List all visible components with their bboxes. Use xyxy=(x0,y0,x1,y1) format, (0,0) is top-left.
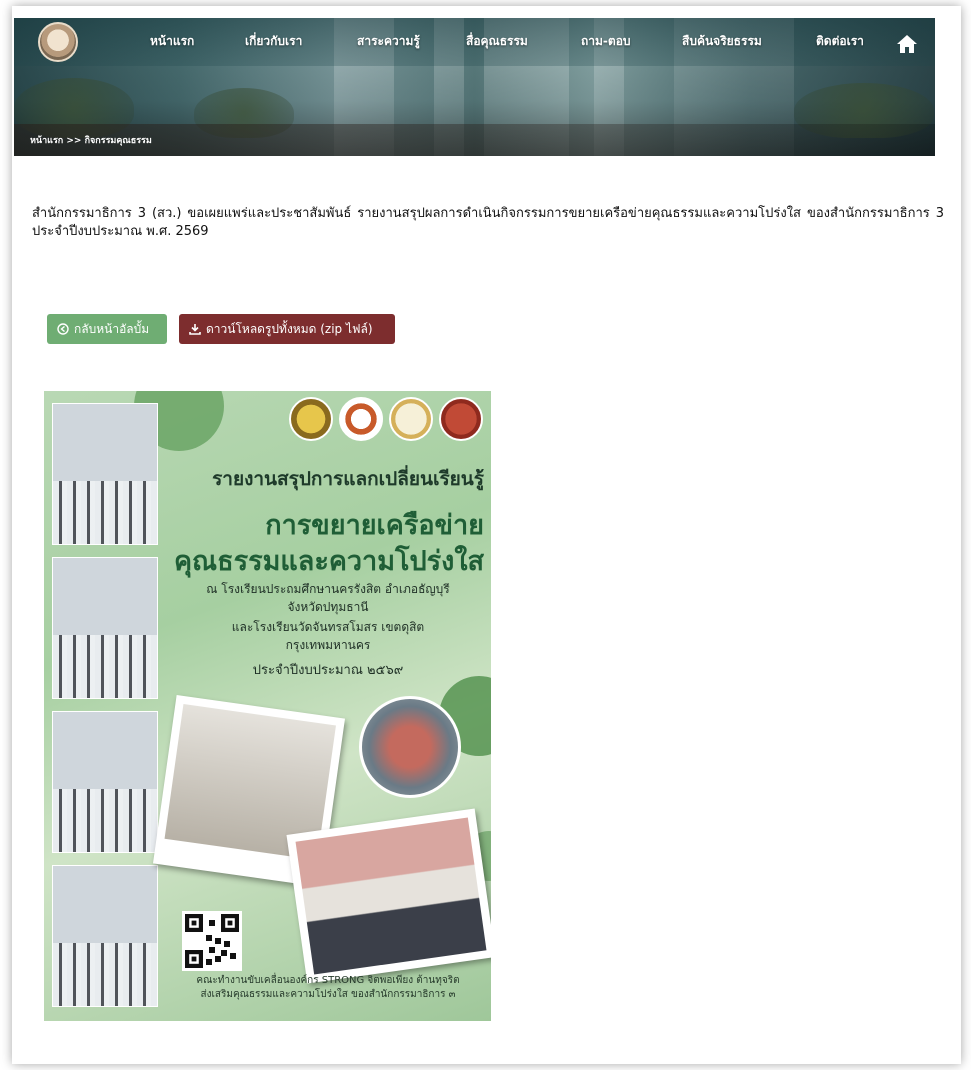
poster-photo-2 xyxy=(52,557,158,699)
nav-item-faq[interactable]: ถาม-ตอบ xyxy=(581,32,631,51)
c3-seal-logo xyxy=(389,397,433,441)
breadcrumb[interactable]: หน้าแรก >> กิจกรรมคุณธรรม xyxy=(30,133,152,147)
arrow-left-circle-icon xyxy=(57,323,69,335)
qr-code xyxy=(182,911,242,971)
article-description: สำนักกรรมาธิการ 3 (สว.) ขอเผยแพร่และประช… xyxy=(32,206,944,239)
download-zip-button[interactable]: ดาวน์โหลดรูปทั้งหมด (zip ไฟล์) xyxy=(179,314,395,344)
poster-detail-line2: จังหวัดปทุมธานี xyxy=(287,600,369,614)
header-banner: หน้าแรก เกี่ยวกับเรา สาระความรู้ สื่อคุณ… xyxy=(14,18,935,156)
poster-title-line1: รายงานสรุปการแลกเปลี่ยนเรียนรู้ xyxy=(212,468,484,490)
nav-item-contact[interactable]: ติดต่อเรา xyxy=(816,32,864,51)
poster-detail-line3: และโรงเรียนวัดจันทรสโมสร เขตดุสิต xyxy=(231,620,425,634)
poster-photo-3 xyxy=(52,711,158,853)
poster-detail-line4: กรุงเทพมหานคร xyxy=(285,638,371,652)
poster-fiscal-year: ประจำปีงบประมาณ ๒๕๖๙ xyxy=(252,663,404,678)
poster-photo-4 xyxy=(52,865,158,1007)
poster-footer: คณะทำงานขับเคลื่อนองค์กร STRONG จิตพอเพี… xyxy=(172,974,484,1002)
nav-item-ethics-search[interactable]: สืบค้นจริยธรรม xyxy=(682,32,762,51)
site-logo[interactable] xyxy=(38,22,78,62)
poster-footer-line2: ส่งเสริมคุณธรรมและความโปร่งใส ของสำนักกร… xyxy=(200,989,456,1000)
poster-footer-line1: คณะทำงานขับเคลื่อนองค์กร STRONG จิตพอเพี… xyxy=(196,975,460,986)
poster-polaroid-2 xyxy=(286,808,491,984)
back-button-label: กลับหน้าอัลบั้ม xyxy=(74,322,150,336)
top-navbar: หน้าแรก เกี่ยวกับเรา สาระความรู้ สื่อคุณ… xyxy=(14,18,935,66)
back-to-album-button[interactable]: กลับหน้าอัลบั้ม xyxy=(47,314,167,344)
nav-item-media[interactable]: สื่อคุณธรรม xyxy=(466,32,528,51)
poster-round-photo xyxy=(359,696,461,798)
nav-item-knowledge[interactable]: สาระความรู้ xyxy=(357,32,420,51)
home-icon[interactable] xyxy=(896,34,918,54)
poster-photo-1 xyxy=(52,403,158,545)
committee-3-seal-logo xyxy=(339,397,383,441)
nav-item-about[interactable]: เกี่ยวกับเรา xyxy=(245,32,302,51)
senate-seal-logo xyxy=(439,397,483,441)
download-button-label: ดาวน์โหลดรูปทั้งหมด (zip ไฟล์) xyxy=(206,322,373,336)
poster-title-line3: คุณธรรมและความโปร่งใส xyxy=(173,546,484,577)
download-icon xyxy=(189,324,201,335)
nav-item-home[interactable]: หน้าแรก xyxy=(150,32,194,51)
strong-seal-logo xyxy=(289,397,333,441)
album-poster-image[interactable]: รายงานสรุปการแลกเปลี่ยนเรียนรู้ การขยายเ… xyxy=(44,391,491,1021)
poster-detail-line1: ณ โรงเรียนประถมศึกษานครรังสิต อำเภอธัญบุ… xyxy=(206,582,450,596)
breadcrumb-bar: หน้าแรก >> กิจกรรมคุณธรรม xyxy=(14,124,935,156)
